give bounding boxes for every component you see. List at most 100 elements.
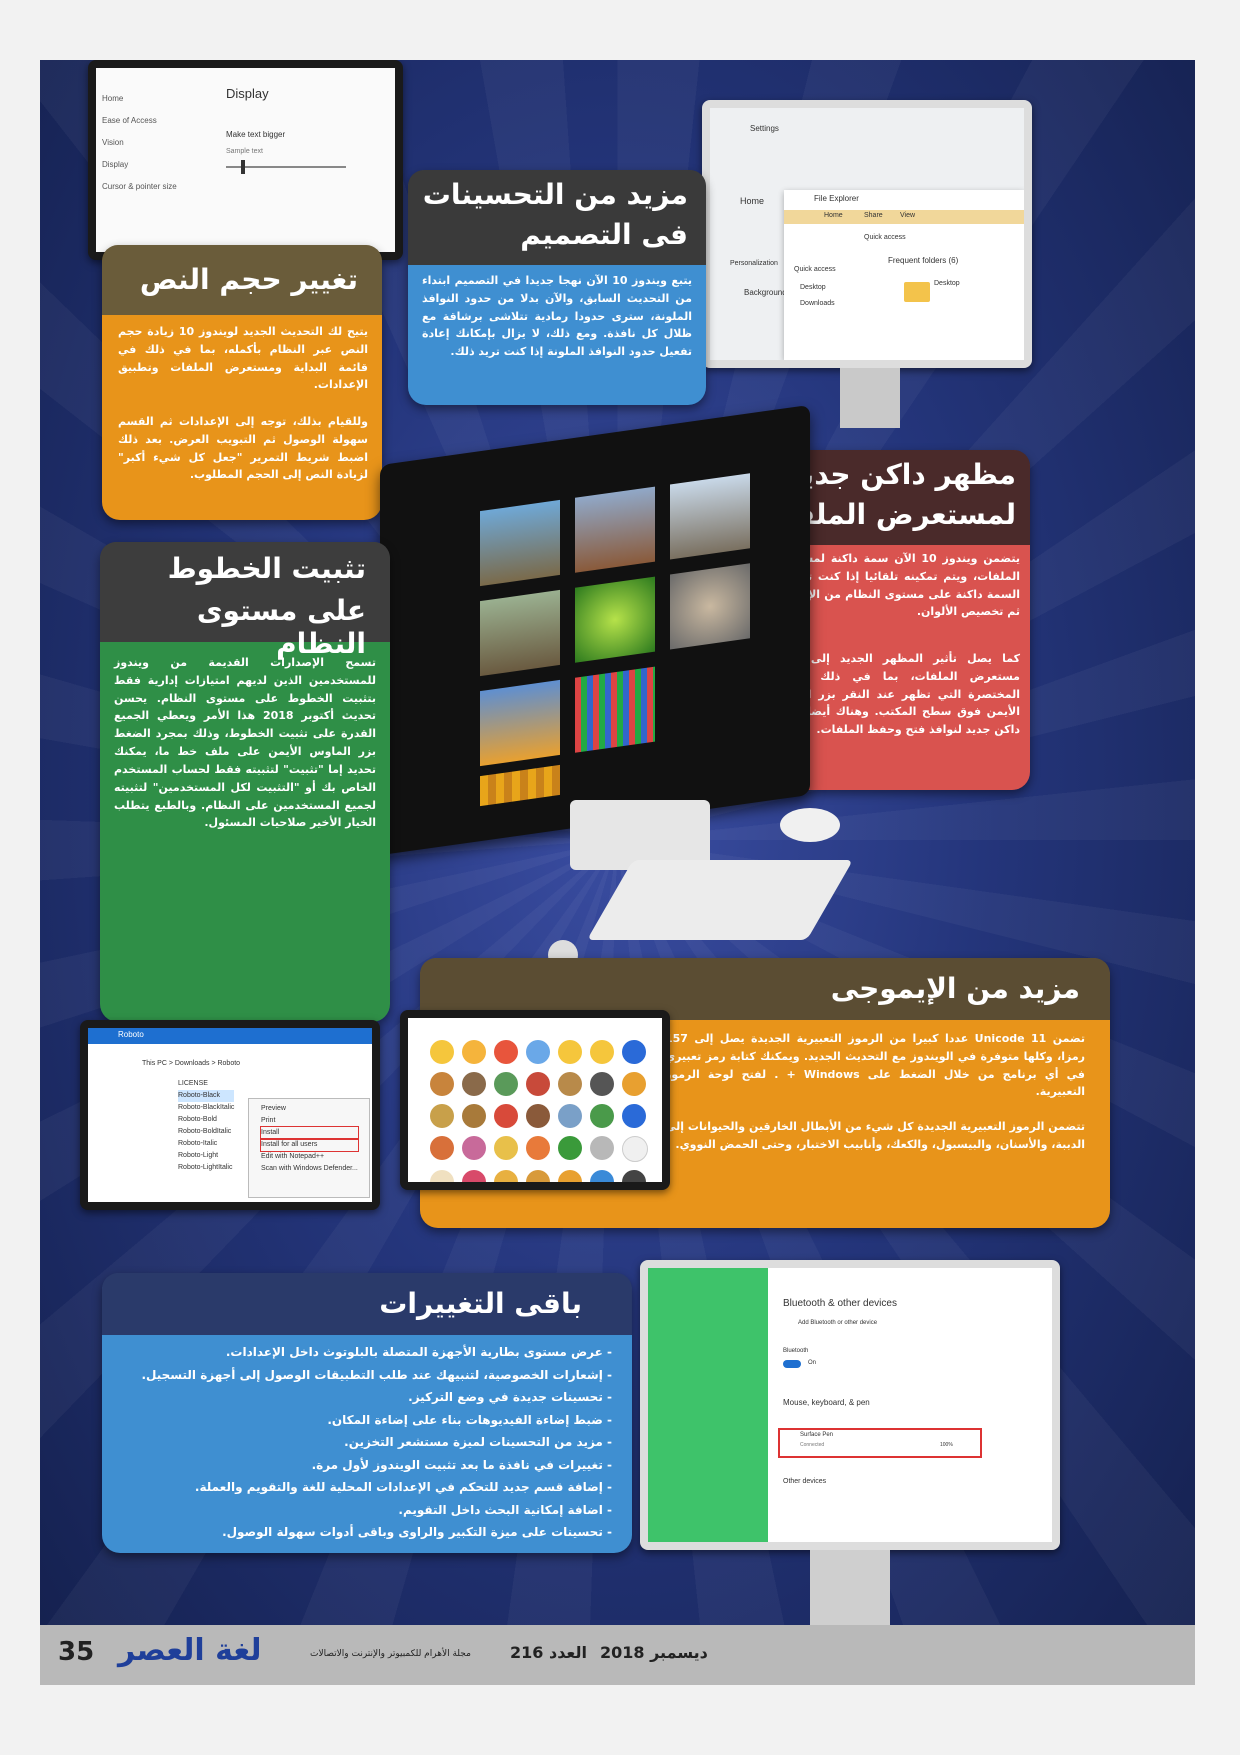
emoji-icon[interactable] xyxy=(430,1072,454,1096)
font-file-list: LICENSE Roboto-Black Roboto-BlackItalic … xyxy=(178,1078,235,1174)
explorer-path[interactable]: This PC > Downloads > Roboto xyxy=(142,1060,240,1067)
emoji-icon[interactable] xyxy=(558,1104,582,1128)
emoji-icon[interactable] xyxy=(558,1072,582,1096)
fonts-box: تثبيت الخطوط على مستوى النظام تسمح الإصد… xyxy=(100,542,390,1022)
emoji-icon[interactable] xyxy=(462,1104,486,1128)
emoji-icon[interactable] xyxy=(430,1136,454,1160)
emoji-icon[interactable] xyxy=(494,1170,518,1182)
change-item: - عرض مستوى بطارية الأجهزة المتصلة بالبل… xyxy=(225,1345,612,1359)
change-item: - تحسينات جديدة في وضع التركيز. xyxy=(408,1390,612,1404)
font-file[interactable]: Roboto-Bold xyxy=(178,1114,234,1126)
view-tab[interactable]: View xyxy=(900,212,915,219)
share-tab[interactable]: Share xyxy=(864,212,883,219)
add-device-button[interactable]: Add Bluetooth or other device xyxy=(798,1320,877,1326)
emoji-icon[interactable] xyxy=(622,1170,646,1182)
emoji-icon[interactable] xyxy=(430,1040,454,1064)
home-label[interactable]: Home xyxy=(740,196,764,206)
monitor-stand-right xyxy=(840,368,900,428)
font-file[interactable]: Roboto-BoldItalic xyxy=(178,1126,234,1138)
text-size-body-1: يتيح لك التحديث الجديد لويندوز 10 زيادة … xyxy=(118,325,368,392)
photo-statue[interactable] xyxy=(670,563,750,650)
photo-mountain[interactable] xyxy=(480,499,560,587)
emoji-body-1: تضمن Unicode 11 عددا كبيرا من الرموز الت… xyxy=(665,1032,1086,1099)
photo-sky[interactable] xyxy=(670,473,750,560)
emoji-icon[interactable] xyxy=(558,1136,582,1160)
text-size-slider-handle[interactable] xyxy=(241,160,245,174)
settings-tab[interactable]: Settings xyxy=(750,124,779,133)
menu-install-all-users[interactable]: Install for all users xyxy=(260,1138,359,1152)
file-explorer-tab[interactable]: File Explorer xyxy=(814,194,859,203)
emoji-icon[interactable] xyxy=(590,1136,614,1160)
sample-text: Sample text xyxy=(226,148,263,155)
bt-toggle[interactable] xyxy=(783,1360,801,1368)
desktop-folder-icon[interactable] xyxy=(904,282,930,302)
emoji-icon[interactable] xyxy=(430,1104,454,1128)
photo-wood[interactable] xyxy=(480,764,560,807)
emoji-icon[interactable] xyxy=(558,1170,582,1182)
change-item: - تحسينات على ميزة التكبير والراوى وباقى… xyxy=(222,1525,612,1539)
emoji-icon[interactable] xyxy=(590,1040,614,1064)
emoji-icon[interactable] xyxy=(590,1170,614,1182)
nav-desktop[interactable]: Desktop xyxy=(800,284,826,291)
photo-leaf[interactable] xyxy=(575,576,655,663)
emoji-icon[interactable] xyxy=(462,1170,486,1182)
changes-title-bar: باقى التغييرات xyxy=(102,1273,632,1335)
emoji-icon[interactable] xyxy=(590,1104,614,1128)
emoji-icon[interactable] xyxy=(622,1040,646,1064)
emoji-icon[interactable] xyxy=(462,1040,486,1064)
emoji-icon[interactable] xyxy=(622,1072,646,1096)
bluetooth-settings-screenshot: Bluetooth & other devices Add Bluetooth … xyxy=(640,1260,1060,1550)
change-item: - تغييرات في نافذة ما بعد تثبيت الويندوز… xyxy=(311,1457,612,1472)
emoji-icon[interactable] xyxy=(462,1136,486,1160)
emoji-icon[interactable] xyxy=(558,1040,582,1064)
emoji-icon[interactable] xyxy=(494,1072,518,1096)
photo-canyon[interactable] xyxy=(575,486,655,573)
font-file[interactable]: Roboto-LightItalic xyxy=(178,1162,234,1174)
page-number: 35 xyxy=(58,1637,95,1667)
emoji-icon[interactable] xyxy=(494,1136,518,1160)
emoji-panel-screenshot xyxy=(400,1010,670,1190)
surface-pen-row[interactable]: Surface Pen Connected 100% xyxy=(778,1428,982,1458)
emoji-grid xyxy=(430,1040,648,1182)
nav-downloads[interactable]: Downloads xyxy=(800,300,835,307)
nav-quick-access[interactable]: Quick access xyxy=(794,266,836,273)
emoji-icon[interactable] xyxy=(526,1136,550,1160)
quick-access-path: Quick access xyxy=(864,234,906,241)
other-changes-box: باقى التغييرات - عرض مستوى بطارية الأجهز… xyxy=(102,1273,632,1553)
make-text-bigger-label: Make text bigger xyxy=(226,130,286,139)
emoji-icon[interactable] xyxy=(590,1072,614,1096)
home-tab[interactable]: Home xyxy=(824,212,843,219)
frequent-folders: Frequent folders (6) xyxy=(888,256,959,265)
issue-date: ديسمبر 2018 xyxy=(600,1643,708,1662)
menu-print[interactable]: Print xyxy=(261,1115,358,1127)
emoji-icon[interactable] xyxy=(430,1170,454,1182)
font-file[interactable]: LICENSE xyxy=(178,1078,234,1090)
menu-preview[interactable]: Preview xyxy=(261,1103,358,1115)
design-body: يتبع ويندوز 10 الآن نهجا جديدا في التصمي… xyxy=(422,274,692,359)
photo-ruins[interactable] xyxy=(480,589,560,677)
font-file[interactable]: Roboto-BlackItalic xyxy=(178,1102,234,1114)
emoji-icon[interactable] xyxy=(494,1104,518,1128)
change-item: - إشعارات الخصوصية، لتنبيهك عند طلب التط… xyxy=(141,1367,612,1382)
font-file[interactable]: Roboto-Italic xyxy=(178,1138,234,1150)
font-file[interactable]: Roboto-Black xyxy=(178,1090,235,1102)
menu-install[interactable]: Install xyxy=(260,1126,359,1140)
emoji-icon[interactable] xyxy=(494,1040,518,1064)
font-file[interactable]: Roboto-Light xyxy=(178,1150,234,1162)
photo-woman[interactable] xyxy=(480,679,560,767)
emoji-icon[interactable] xyxy=(526,1104,550,1128)
emoji-icon[interactable] xyxy=(526,1072,550,1096)
changes-list: - عرض مستوى بطارية الأجهزة المتصلة بالبل… xyxy=(122,1341,612,1544)
menu-edit-notepad[interactable]: Edit with Notepad++ xyxy=(261,1151,358,1163)
change-item: - ضبط إضاءة الفيديوهات بناء على إضاءة ال… xyxy=(327,1412,612,1427)
desktop-folder-label: Desktop xyxy=(934,280,960,287)
photo-textile[interactable] xyxy=(575,666,655,753)
photo-grid xyxy=(480,460,770,807)
emoji-icon[interactable] xyxy=(462,1072,486,1096)
emoji-icon[interactable] xyxy=(622,1104,646,1128)
menu-scan-defender[interactable]: Scan with Windows Defender... xyxy=(261,1163,358,1175)
emoji-icon[interactable] xyxy=(526,1040,550,1064)
emoji-icon[interactable] xyxy=(526,1170,550,1182)
emoji-icon[interactable] xyxy=(622,1136,648,1162)
background-label: Background xyxy=(744,288,787,297)
